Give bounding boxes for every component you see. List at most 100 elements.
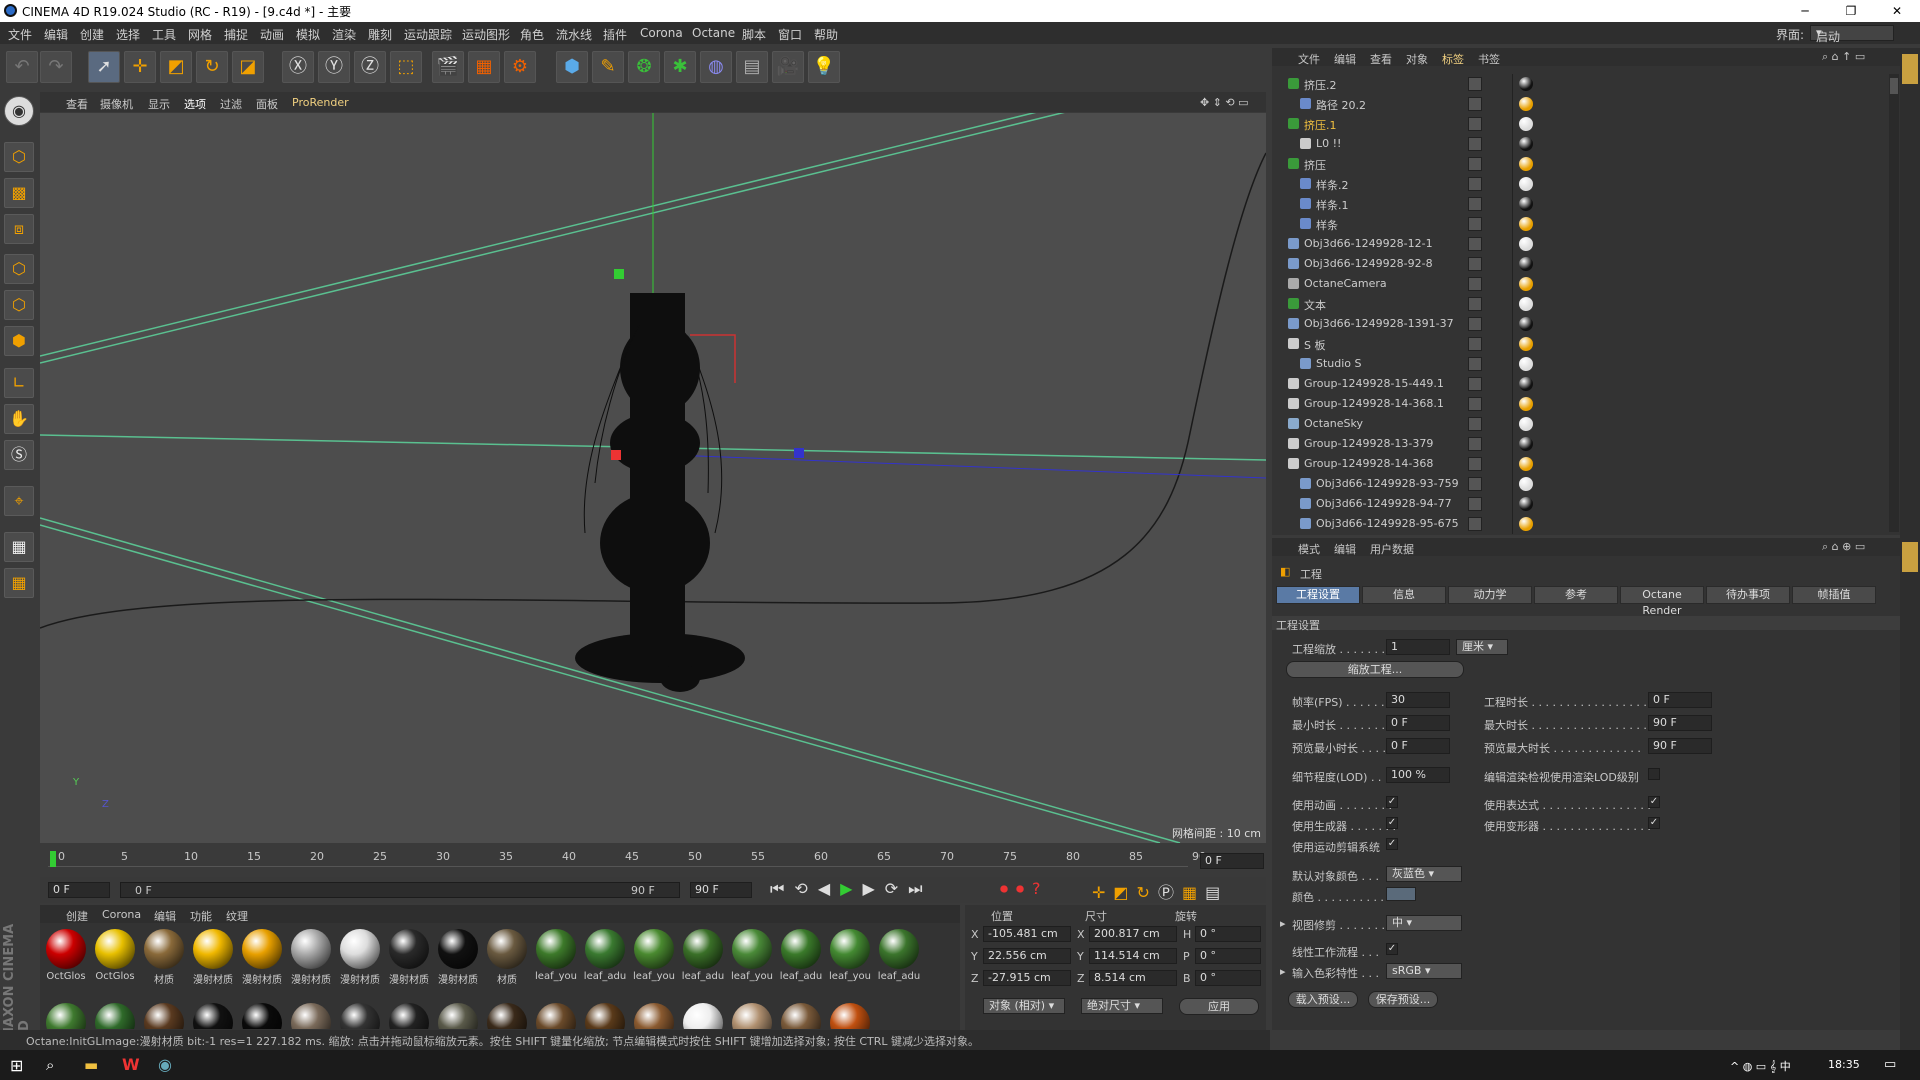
object-name[interactable]: 样条 [1316, 217, 1338, 233]
material-swatch[interactable] [581, 1001, 627, 1029]
wps-icon[interactable]: W [122, 1055, 140, 1074]
object-row[interactable]: Obj3d66-1249928-92-8 [1272, 254, 1888, 274]
menu-render[interactable]: 渲染 [332, 26, 356, 43]
tab-octane-render[interactable]: Octane Render [1620, 586, 1704, 617]
linear-workflow-checkbox[interactable]: ✓ [1386, 943, 1398, 955]
start-frame-field[interactable]: 0 F [48, 882, 110, 898]
material-swatch[interactable] [826, 1001, 872, 1029]
key-pla-icon[interactable]: ▦ [1182, 883, 1205, 902]
menu-plugins[interactable]: 插件 [603, 26, 627, 43]
object-row[interactable]: Group-1249928-13-379 [1272, 434, 1888, 454]
next-frame-icon[interactable]: ▶ [862, 879, 884, 898]
material-swatch[interactable]: 漫射材质 [238, 927, 284, 989]
mat-menu-corona[interactable]: Corona [102, 908, 141, 921]
material-swatch[interactable] [728, 1001, 774, 1029]
visibility-toggle[interactable] [1468, 357, 1482, 371]
vp-menu-options[interactable]: 选项 [184, 96, 206, 112]
redo-icon[interactable]: ↷ [40, 51, 72, 83]
lock-workplane-icon[interactable]: ▦ [4, 532, 34, 562]
menu-create[interactable]: 创建 [80, 26, 104, 43]
view-clip-expand-icon[interactable]: ▸ [1280, 917, 1286, 930]
material-swatch[interactable] [238, 1001, 284, 1029]
object-name[interactable]: Group-1249928-15-449.1 [1304, 377, 1444, 390]
material-swatch[interactable] [385, 1001, 431, 1029]
menu-sculpt[interactable]: 雕刻 [368, 26, 392, 43]
object-row[interactable]: 挤压.1 [1272, 114, 1888, 134]
material-swatch[interactable]: leaf_adu [875, 927, 921, 989]
vp-menu-panel[interactable]: 面板 [256, 96, 278, 112]
material-swatch[interactable]: leaf_adu [679, 927, 725, 989]
material-swatch[interactable]: 材质 [483, 927, 529, 989]
material-swatch[interactable]: 漫射材质 [385, 927, 431, 989]
material-swatch[interactable] [189, 1001, 235, 1029]
visibility-toggle[interactable] [1468, 137, 1482, 151]
material-tag-icon[interactable] [1519, 117, 1533, 131]
obj-search-icon[interactable]: ⌕ ⌂ ↑ ▭ [1822, 50, 1865, 64]
end-frame-field[interactable]: 90 F [690, 882, 752, 898]
deformer-icon[interactable]: ◍ [700, 51, 732, 83]
floor-icon[interactable]: ▤ [736, 51, 768, 83]
attr-menu-mode[interactable]: 模式 [1298, 541, 1320, 557]
coordinate-system-icon[interactable]: ⬚ [390, 51, 422, 83]
object-row[interactable]: 挤压.2 [1272, 74, 1888, 94]
material-swatch[interactable]: leaf_you [826, 927, 872, 989]
vp-nav-icons[interactable]: ✥ ⇕ ⟲ ▭ [1200, 96, 1249, 109]
material-tag-icon[interactable] [1519, 297, 1533, 311]
scale-tool-icon[interactable]: ◩ [160, 51, 192, 83]
prev-frame-icon[interactable]: ◀ [818, 879, 840, 898]
use-generators-checkbox[interactable]: ✓ [1386, 817, 1398, 829]
prev-key-icon[interactable]: ⟲ [794, 879, 817, 898]
visibility-toggle[interactable] [1468, 337, 1482, 351]
visibility-toggle[interactable] [1468, 297, 1482, 311]
undo-icon[interactable]: ↶ [6, 51, 38, 83]
material-tag-icon[interactable] [1519, 317, 1533, 331]
scale-project-button[interactable]: 缩放工程... [1286, 661, 1464, 678]
object-row[interactable]: Obj3d66-1249928-1391-37 [1272, 314, 1888, 334]
y-axis-lock-icon[interactable]: Ⓨ [318, 51, 350, 83]
tweak-mode-icon[interactable]: ✋ [4, 404, 34, 434]
use-motion-system-checkbox[interactable]: ✓ [1386, 838, 1398, 850]
load-preset-button[interactable]: 载入预设... [1288, 991, 1358, 1008]
material-tag-icon[interactable] [1519, 477, 1533, 491]
object-name[interactable]: Obj3d66-1249928-93-759 [1316, 477, 1459, 490]
subdivision-icon[interactable]: ❂ [628, 51, 660, 83]
vp-menu-display[interactable]: 显示 [148, 96, 170, 112]
material-tag-icon[interactable] [1519, 137, 1533, 151]
selection-tool-icon[interactable]: ➚ [88, 51, 120, 83]
preview-min-field[interactable]: 0 F [1386, 738, 1450, 754]
material-swatch[interactable] [532, 1001, 578, 1029]
menu-motion-tracking[interactable]: 运动跟踪 [404, 26, 452, 43]
visibility-toggle[interactable] [1468, 157, 1482, 171]
object-name[interactable]: 文本 [1304, 297, 1326, 313]
light-icon[interactable]: 💡 [808, 51, 840, 83]
mat-menu-create[interactable]: 创建 [66, 908, 88, 924]
menu-mograph[interactable]: 运动图形 [462, 26, 510, 43]
object-name[interactable]: Obj3d66-1249928-12-1 [1304, 237, 1433, 250]
material-swatch[interactable]: OctGlos [42, 927, 88, 989]
object-name[interactable]: Group-1249928-13-379 [1304, 437, 1433, 450]
material-tag-icon[interactable] [1519, 237, 1533, 251]
array-icon[interactable]: ✱ [664, 51, 696, 83]
min-time-field[interactable]: 0 F [1386, 715, 1450, 731]
material-swatch[interactable]: leaf_you [630, 927, 676, 989]
rot-h-field[interactable]: 0 ° [1195, 926, 1261, 942]
layout-select[interactable]: 启动 ▾ [1810, 25, 1894, 44]
material-swatch[interactable] [679, 1001, 725, 1029]
object-row[interactable]: Group-1249928-15-449.1 [1272, 374, 1888, 394]
material-swatch[interactable] [336, 1001, 382, 1029]
object-row[interactable]: Obj3d66-1249928-93-759 [1272, 474, 1888, 494]
material-tag-icon[interactable] [1519, 457, 1533, 471]
tab-todo[interactable]: 待办事项 [1706, 586, 1790, 604]
file-explorer-icon[interactable]: ▬ [84, 1056, 98, 1074]
visibility-toggle[interactable] [1468, 417, 1482, 431]
use-animation-checkbox[interactable]: ✓ [1386, 796, 1398, 808]
object-row[interactable]: L0 !! [1272, 134, 1888, 154]
keyframe-selection-icon[interactable]: ? [1032, 879, 1049, 898]
menu-select[interactable]: 选择 [116, 26, 140, 43]
menu-edit[interactable]: 编辑 [44, 26, 68, 43]
tab-reference[interactable]: 参考 [1534, 586, 1618, 604]
snap-icon[interactable]: ⌖ [4, 486, 34, 516]
object-name[interactable]: L0 !! [1316, 137, 1341, 150]
visibility-toggle[interactable] [1468, 377, 1482, 391]
object-name[interactable]: 挤压.1 [1304, 117, 1337, 133]
